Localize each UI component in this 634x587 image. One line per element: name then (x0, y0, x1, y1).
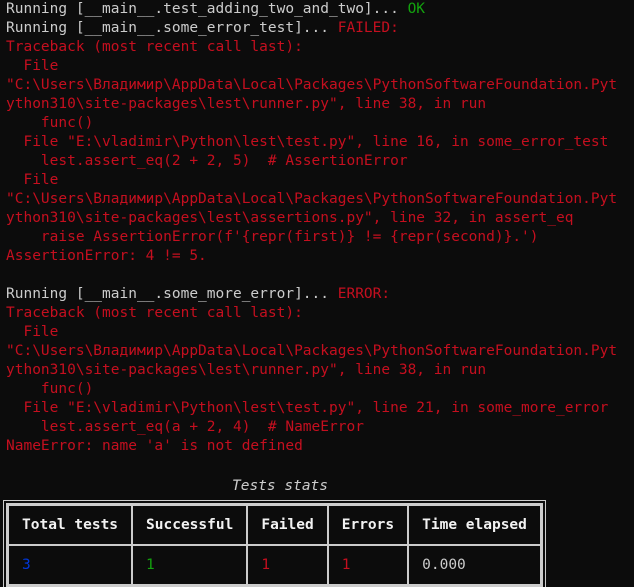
traceback-path: ython310\site-packages\lest\runner.py", … (6, 96, 487, 112)
run-line: Running [__main__.some_more_error]... ER… (6, 285, 634, 304)
total-tests-value: 3 (8, 545, 133, 585)
stats-title: Tests stats (231, 478, 329, 494)
traceback-code: raise AssertionError(f'{repr(first)} != … (6, 229, 539, 245)
failed-value: 1 (247, 545, 328, 585)
status-error: ERROR: (337, 286, 391, 302)
traceback-path: ython310\site-packages\lest\assertions.p… (6, 210, 574, 226)
stats-value-row: 3 1 1 1 0.000 (8, 545, 541, 585)
exception-message: NameError: name 'a' is not defined (6, 438, 303, 454)
status-ok: OK (407, 1, 426, 17)
traceback-path: "C:\Users\Владимир\AppData\Local\Package… (6, 77, 618, 93)
header-time-elapsed: Time elapsed (408, 505, 541, 545)
traceback-file-keyword: File (6, 172, 59, 188)
exception-message: AssertionError: 4 != 5. (6, 248, 207, 264)
traceback-header: Traceback (most recent call last): (6, 39, 303, 55)
traceback-frame: File "E:\vladimir\Python\lest\test.py", … (6, 134, 609, 150)
traceback-frame: File "E:\vladimir\Python\lest\test.py", … (6, 400, 609, 416)
header-successful: Successful (132, 505, 248, 545)
successful-value: 1 (132, 545, 248, 585)
header-failed: Failed (247, 505, 328, 545)
traceback-code: lest.assert_eq(2 + 2, 5) # AssertionErro… (6, 153, 408, 169)
run-line: Running [__main__.test_adding_two_and_tw… (6, 0, 634, 19)
status-failed: FAILED: (337, 20, 399, 36)
run-label: Running [__main__.test_adding_two_and_tw… (6, 1, 408, 17)
run-line: Running [__main__.some_error_test]... FA… (6, 19, 634, 38)
header-errors: Errors (327, 505, 409, 545)
traceback-path: "C:\Users\Владимир\AppData\Local\Package… (6, 191, 618, 207)
traceback-file-keyword: File (6, 324, 59, 340)
stats-header-row: Total tests Successful Failed Errors Tim… (8, 505, 541, 545)
traceback-header: Traceback (most recent call last): (6, 305, 303, 321)
run-label: Running [__main__.some_more_error]... (6, 286, 338, 302)
traceback-code: func() (6, 381, 94, 397)
traceback-path: "C:\Users\Владимир\AppData\Local\Package… (6, 343, 618, 359)
traceback-code: lest.assert_eq(a + 2, 4) # NameError (6, 419, 364, 435)
errors-value: 1 (327, 545, 409, 585)
terminal-output: Running [__main__.test_adding_two_and_tw… (6, 0, 634, 456)
stats-table: Total tests Successful Failed Errors Tim… (3, 500, 546, 587)
traceback-code: func() (6, 115, 94, 131)
time-elapsed-value: 0.000 (408, 545, 541, 585)
traceback-file-keyword: File (6, 58, 59, 74)
run-label: Running [__main__.some_error_test]... (6, 20, 338, 36)
header-total-tests: Total tests (8, 505, 133, 545)
traceback-path: ython310\site-packages\lest\runner.py", … (6, 362, 487, 378)
